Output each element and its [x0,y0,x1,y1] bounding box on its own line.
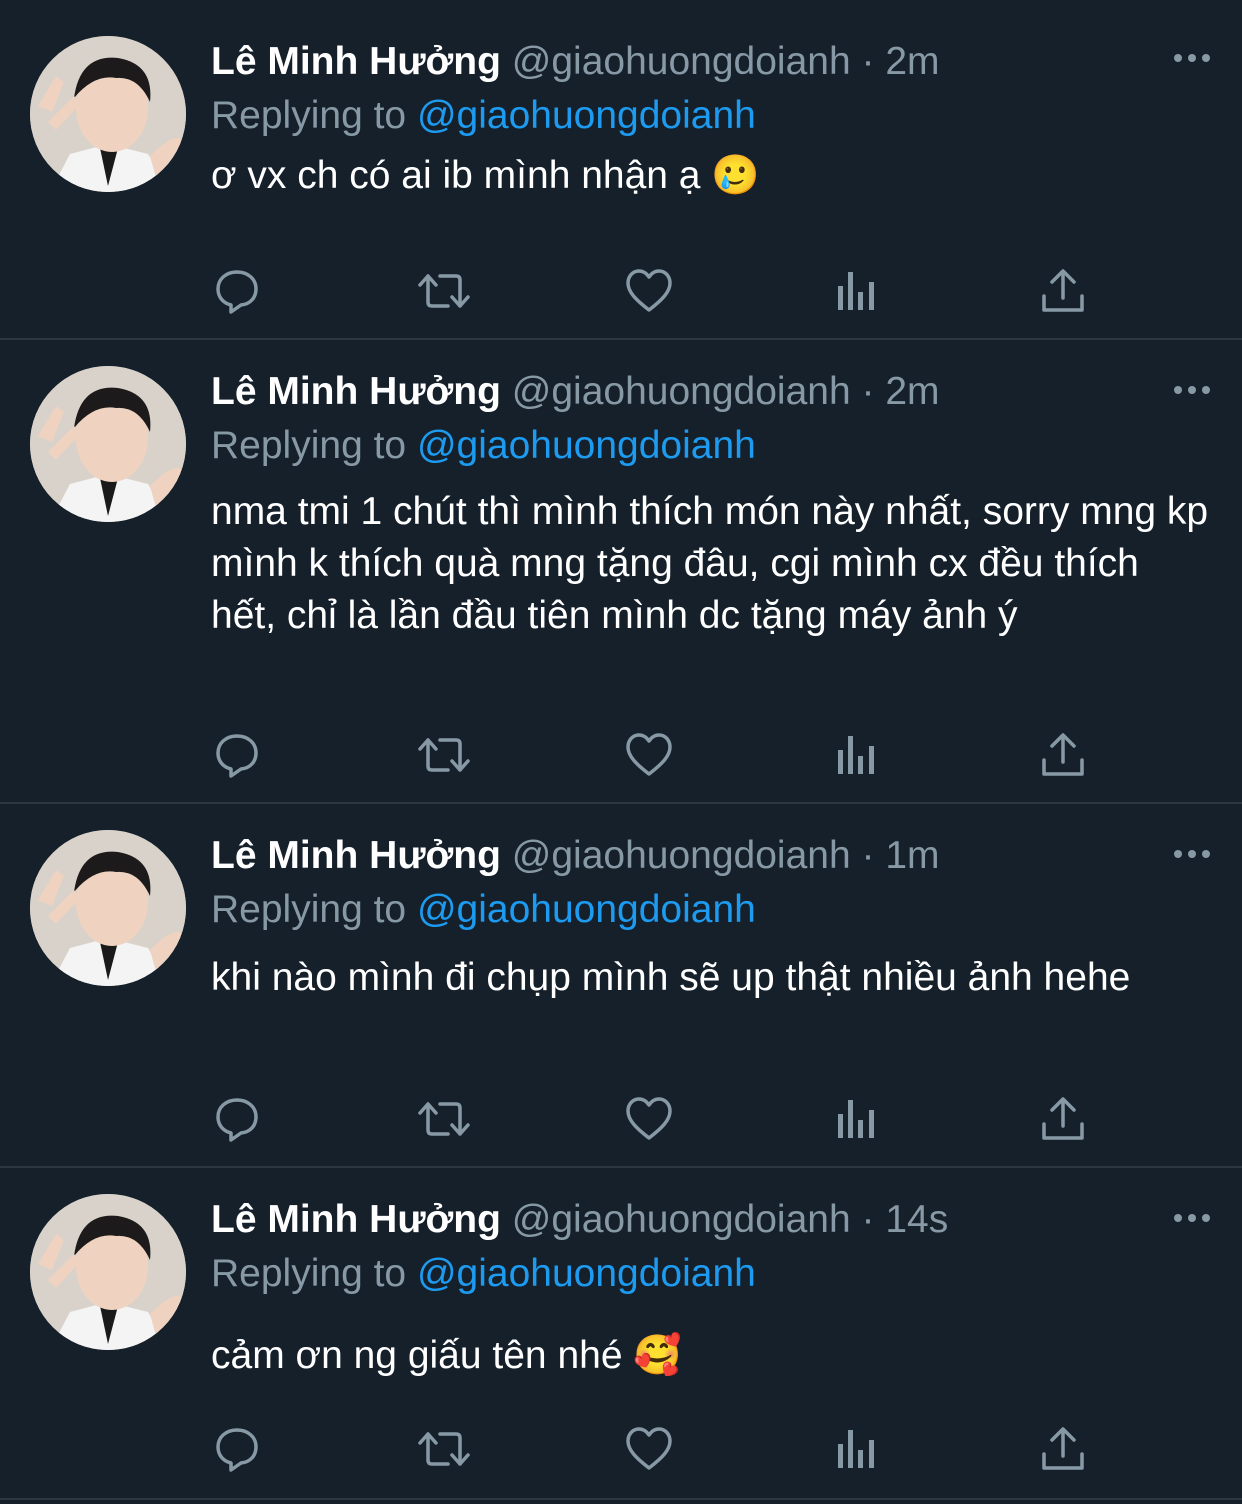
replying-to-link[interactable]: @giaohuongdoianh [417,1252,756,1295]
tweet-text: ơ vx ch có ai ib mình nhận ạ 🥲 [211,150,1211,202]
retweet-icon[interactable] [416,730,470,780]
separator-dot: · [861,834,875,877]
action-bar [0,730,1242,780]
tweet-body: ơ vx ch có ai ib mình nhận ạ [211,154,701,197]
user-handle[interactable]: @giaohuongdoianh [512,1198,851,1241]
reply-icon[interactable] [212,1424,262,1474]
tweet-header: Lê Minh Hưởng @giaohuongdoianh · 14s [211,1196,948,1244]
tweet-body: nma tmi 1 chút thì mình thích món này nh… [211,490,1209,637]
avatar[interactable] [30,830,186,986]
tweet-text: cảm ơn ng giấu tên nhé 🥰 [211,1330,1211,1382]
avatar[interactable] [30,1194,186,1350]
tweet-emoji: 🥰 [633,1333,682,1378]
display-name[interactable]: Lê Minh Hưởng [211,40,501,83]
analytics-icon[interactable] [832,1424,882,1474]
retweet-icon[interactable] [416,266,470,316]
share-icon[interactable] [1038,1094,1088,1144]
tweet-header: Lê Minh Hưởng @giaohuongdoianh · 2m [211,38,940,86]
action-bar [0,1094,1242,1144]
more-horizontal-icon[interactable] [1172,1208,1212,1228]
replying-to-line: Replying to @giaohuongdoianh [211,886,756,934]
reply-icon[interactable] [212,1094,262,1144]
replying-to-link[interactable]: @giaohuongdoianh [417,888,756,931]
display-name[interactable]: Lê Minh Hưởng [211,834,501,877]
separator-dot: · [861,1198,875,1241]
retweet-icon[interactable] [416,1424,470,1474]
reply-icon[interactable] [212,266,262,316]
separator-dot: · [861,40,875,83]
separator-dot: · [861,370,875,413]
tweet[interactable]: Lê Minh Hưởng @giaohuongdoianh · 2m Repl… [0,0,1242,340]
tweet[interactable]: Lê Minh Hưởng @giaohuongdoianh · 1m Repl… [0,804,1242,1168]
replying-to-label: Replying to [211,94,407,137]
avatar[interactable] [30,36,186,192]
tweet-text: khi nào mình đi chụp mình sẽ up thật nhi… [211,952,1211,1004]
user-handle[interactable]: @giaohuongdoianh [512,834,851,877]
heart-icon[interactable] [624,730,674,780]
tweet-body: cảm ơn ng giấu tên nhé [211,1334,623,1377]
user-handle[interactable]: @giaohuongdoianh [512,40,851,83]
replying-to-label: Replying to [211,1252,407,1295]
timestamp[interactable]: 1m [885,834,939,877]
timestamp[interactable]: 2m [885,370,939,413]
timestamp[interactable]: 14s [885,1198,948,1241]
display-name[interactable]: Lê Minh Hưởng [211,370,501,413]
replying-to-link[interactable]: @giaohuongdoianh [417,94,756,137]
tweet-header: Lê Minh Hưởng @giaohuongdoianh · 2m [211,368,940,416]
replying-to-line: Replying to @giaohuongdoianh [211,422,756,470]
reply-icon[interactable] [212,730,262,780]
tweet[interactable]: Lê Minh Hưởng @giaohuongdoianh · 2m Repl… [0,340,1242,804]
more-horizontal-icon[interactable] [1172,844,1212,864]
share-icon[interactable] [1038,730,1088,780]
action-bar [0,1424,1242,1474]
more-horizontal-icon[interactable] [1172,380,1212,400]
replying-to-link[interactable]: @giaohuongdoianh [417,424,756,467]
tweet-body: khi nào mình đi chụp mình sẽ up thật nhi… [211,956,1131,999]
analytics-icon[interactable] [832,1094,882,1144]
tweet-emoji: 🥲 [711,153,760,198]
heart-icon[interactable] [624,1094,674,1144]
action-bar [0,266,1242,316]
tweet-header: Lê Minh Hưởng @giaohuongdoianh · 1m [211,832,940,880]
timestamp[interactable]: 2m [885,40,939,83]
share-icon[interactable] [1038,266,1088,316]
user-handle[interactable]: @giaohuongdoianh [512,370,851,413]
replying-to-label: Replying to [211,888,407,931]
replying-to-line: Replying to @giaohuongdoianh [211,1250,756,1298]
retweet-icon[interactable] [416,1094,470,1144]
analytics-icon[interactable] [832,730,882,780]
replying-to-line: Replying to @giaohuongdoianh [211,92,756,140]
tweet-text: nma tmi 1 chút thì mình thích món này nh… [211,486,1211,642]
heart-icon[interactable] [624,1424,674,1474]
display-name[interactable]: Lê Minh Hưởng [211,1198,501,1241]
tweet[interactable]: Lê Minh Hưởng @giaohuongdoianh · 14s Rep… [0,1168,1242,1500]
avatar[interactable] [30,366,186,522]
share-icon[interactable] [1038,1424,1088,1474]
replying-to-label: Replying to [211,424,407,467]
heart-icon[interactable] [624,266,674,316]
analytics-icon[interactable] [832,266,882,316]
more-horizontal-icon[interactable] [1172,48,1212,68]
